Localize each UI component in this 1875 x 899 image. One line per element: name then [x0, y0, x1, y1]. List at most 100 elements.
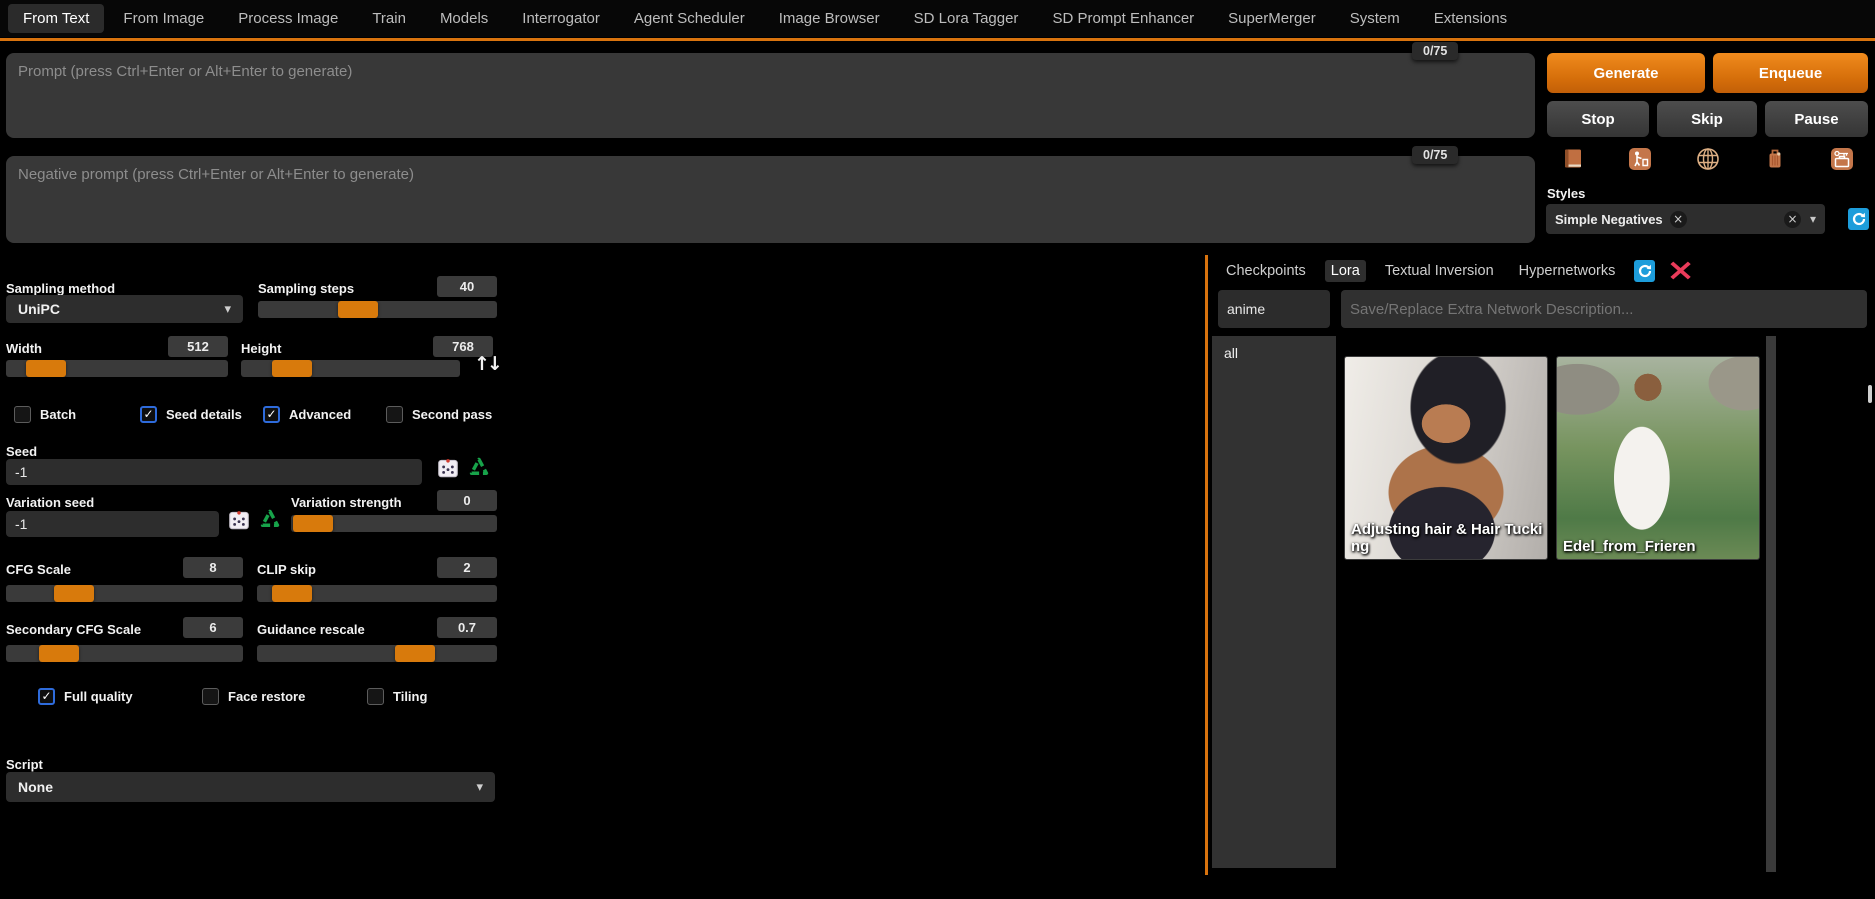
guidance-rescale-value[interactable]: 0.7 [437, 617, 497, 638]
recycle-icon [260, 509, 280, 527]
cards-scrollbar-track[interactable] [1766, 336, 1776, 872]
second-pass-checkbox[interactable]: Second pass [386, 404, 492, 424]
cfg-scale-label: CFG Scale [6, 562, 72, 577]
face-restore-checkbox[interactable]: Face restore [202, 686, 305, 706]
stop-button[interactable]: Stop [1547, 101, 1649, 137]
width-slider[interactable] [6, 360, 228, 377]
slider-handle[interactable] [293, 515, 333, 532]
lora-card[interactable]: Adjusting hair & Hair Tucking [1344, 356, 1548, 560]
tab-supermerger[interactable]: SuperMerger [1213, 4, 1331, 33]
networks-tab-hypernetworks[interactable]: Hypernetworks [1513, 260, 1622, 282]
reuse-seed-button[interactable] [467, 456, 491, 480]
accent-divider [0, 38, 1875, 41]
remove-tag-icon[interactable] [1669, 210, 1687, 228]
random-seed-button[interactable] [436, 456, 460, 480]
globe-button[interactable] [1695, 146, 1721, 172]
slider-handle[interactable] [272, 585, 312, 602]
tab-system[interactable]: System [1335, 4, 1415, 33]
prompt-input[interactable] [6, 53, 1535, 138]
prompt-token-counter: 0/75 [1412, 42, 1459, 60]
main-tabbar: From Text From Image Process Image Train… [0, 0, 1875, 37]
tab-from-image[interactable]: From Image [108, 4, 219, 33]
globe-icon [1696, 148, 1719, 170]
left-luggage-button[interactable] [1829, 146, 1855, 172]
script-select[interactable]: None [6, 772, 495, 802]
secondary-cfg-slider[interactable] [6, 645, 243, 662]
luggage-button[interactable] [1762, 146, 1788, 172]
checkbox-label: Batch [40, 406, 77, 422]
full-quality-checkbox[interactable]: Full quality [38, 686, 133, 706]
network-description-input[interactable] [1341, 290, 1867, 328]
scrollbar-thumb[interactable] [1868, 385, 1872, 403]
tab-train[interactable]: Train [357, 4, 421, 33]
tiling-checkbox[interactable]: Tiling [367, 686, 427, 706]
tab-process-image[interactable]: Process Image [223, 4, 353, 33]
networks-search-input[interactable] [1218, 290, 1330, 328]
clip-skip-slider[interactable] [257, 585, 497, 602]
sampling-method-select[interactable]: UniPC [6, 295, 243, 323]
checkbox-box [140, 405, 157, 423]
pause-button[interactable]: Pause [1765, 101, 1868, 137]
width-label: Width [6, 341, 42, 356]
slider-handle[interactable] [338, 301, 378, 318]
styles-refresh-button[interactable] [1848, 208, 1869, 230]
tab-sd-lora-tagger[interactable]: SD Lora Tagger [899, 4, 1034, 33]
cfg-scale-value[interactable]: 8 [183, 557, 243, 578]
recycle-icon [469, 457, 489, 475]
networks-refresh-button[interactable] [1634, 260, 1656, 282]
tab-agent-scheduler[interactable]: Agent Scheduler [619, 4, 760, 33]
sampling-method-value: UniPC [18, 301, 60, 317]
networks-tab-checkpoints[interactable]: Checkpoints [1220, 260, 1312, 282]
enqueue-button[interactable]: Enqueue [1713, 53, 1868, 93]
sampling-steps-value[interactable]: 40 [437, 276, 497, 297]
checkbox-label: Full quality [64, 688, 133, 704]
networks-tab-lora[interactable]: Lora [1324, 260, 1366, 282]
tab-image-browser[interactable]: Image Browser [764, 4, 895, 33]
random-variation-seed-button[interactable] [227, 508, 251, 532]
seed-details-checkbox[interactable]: Seed details [140, 404, 242, 424]
luggage-icon [1769, 149, 1781, 168]
tab-models[interactable]: Models [425, 4, 503, 33]
width-value[interactable]: 512 [168, 336, 228, 357]
variation-strength-value[interactable]: 0 [437, 490, 497, 511]
refresh-icon [1852, 212, 1865, 226]
slider-handle[interactable] [54, 585, 94, 602]
clip-skip-value[interactable]: 2 [437, 557, 497, 578]
notebook-button[interactable] [1560, 146, 1586, 172]
skip-button[interactable]: Skip [1657, 101, 1757, 137]
generate-button[interactable]: Generate [1547, 53, 1705, 93]
lora-card[interactable]: Edel_from_Frieren [1556, 356, 1760, 560]
secondary-cfg-value[interactable]: 6 [183, 617, 243, 638]
negative-prompt-input[interactable] [6, 156, 1535, 243]
guidance-rescale-slider[interactable] [257, 645, 497, 662]
slider-handle[interactable] [39, 645, 79, 662]
slider-handle[interactable] [272, 360, 312, 377]
folder-item-all[interactable]: all [1224, 345, 1238, 361]
litter-bin-button[interactable] [1627, 146, 1653, 172]
styles-multiselect[interactable]: Simple Negatives [1546, 204, 1825, 234]
swap-dimensions-icon[interactable] [474, 353, 500, 376]
variation-seed-input[interactable] [6, 511, 219, 537]
sampling-steps-label: Sampling steps [258, 281, 355, 296]
reuse-variation-seed-button[interactable] [258, 508, 282, 532]
chevron-down-icon[interactable] [1810, 212, 1816, 226]
tab-extensions[interactable]: Extensions [1419, 4, 1522, 33]
slider-handle[interactable] [26, 360, 66, 377]
networks-close-icon[interactable] [1666, 260, 1695, 282]
cfg-scale-slider[interactable] [6, 585, 243, 602]
prompt-tools-row [1560, 146, 1855, 172]
sampling-steps-slider[interactable] [258, 301, 497, 318]
tab-interrogator[interactable]: Interrogator [507, 4, 615, 33]
slider-handle[interactable] [395, 645, 435, 662]
height-slider[interactable] [241, 360, 460, 377]
tab-from-text[interactable]: From Text [8, 4, 105, 33]
networks-tab-textual-inversion[interactable]: Textual Inversion [1379, 260, 1500, 282]
seed-input[interactable] [6, 459, 422, 485]
advanced-checkbox[interactable]: Advanced [263, 404, 351, 424]
tab-sd-prompt-enhancer[interactable]: SD Prompt Enhancer [1037, 4, 1209, 33]
secondary-cfg-label: Secondary CFG Scale [6, 622, 142, 637]
batch-checkbox[interactable]: Batch [14, 404, 76, 424]
networks-folder-sidebar[interactable]: all [1212, 336, 1336, 868]
clear-all-icon[interactable] [1783, 210, 1801, 228]
variation-strength-slider[interactable] [291, 515, 497, 532]
